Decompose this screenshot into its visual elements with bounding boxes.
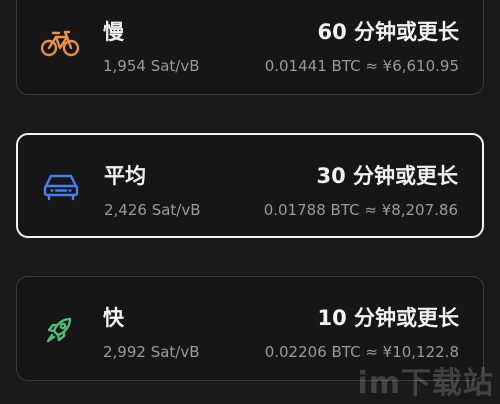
fee-option-average[interactable]: 平均 2,426 Sat/vB 30 分钟或更长 0.01788 BTC ≈ ¥… xyxy=(16,133,484,238)
car-icon xyxy=(42,172,80,202)
fee-option-slow[interactable]: 慢 1,954 Sat/vB 60 分钟或更长 0.01441 BTC ≈ ¥6… xyxy=(16,0,484,95)
option-label: 慢 xyxy=(103,20,124,44)
option-label: 快 xyxy=(103,306,124,330)
fee-amount: 0.01441 BTC ≈ ¥6,610.95 xyxy=(264,57,459,75)
confirm-time: 10 分钟或更长 xyxy=(317,306,459,330)
fee-amount: 0.01788 BTC ≈ ¥8,207.86 xyxy=(263,201,458,219)
option-label: 平均 xyxy=(104,164,146,188)
bicycle-icon xyxy=(41,28,79,58)
rocket-icon xyxy=(41,314,79,344)
fee-rate: 1,954 Sat/vB xyxy=(103,57,200,75)
confirm-time: 30 分钟或更长 xyxy=(316,164,458,188)
confirm-time: 60 分钟或更长 xyxy=(317,20,459,44)
fee-rate: 2,426 Sat/vB xyxy=(104,201,201,219)
watermark: im下载站 xyxy=(357,366,494,401)
fee-rate: 2,992 Sat/vB xyxy=(103,343,200,361)
